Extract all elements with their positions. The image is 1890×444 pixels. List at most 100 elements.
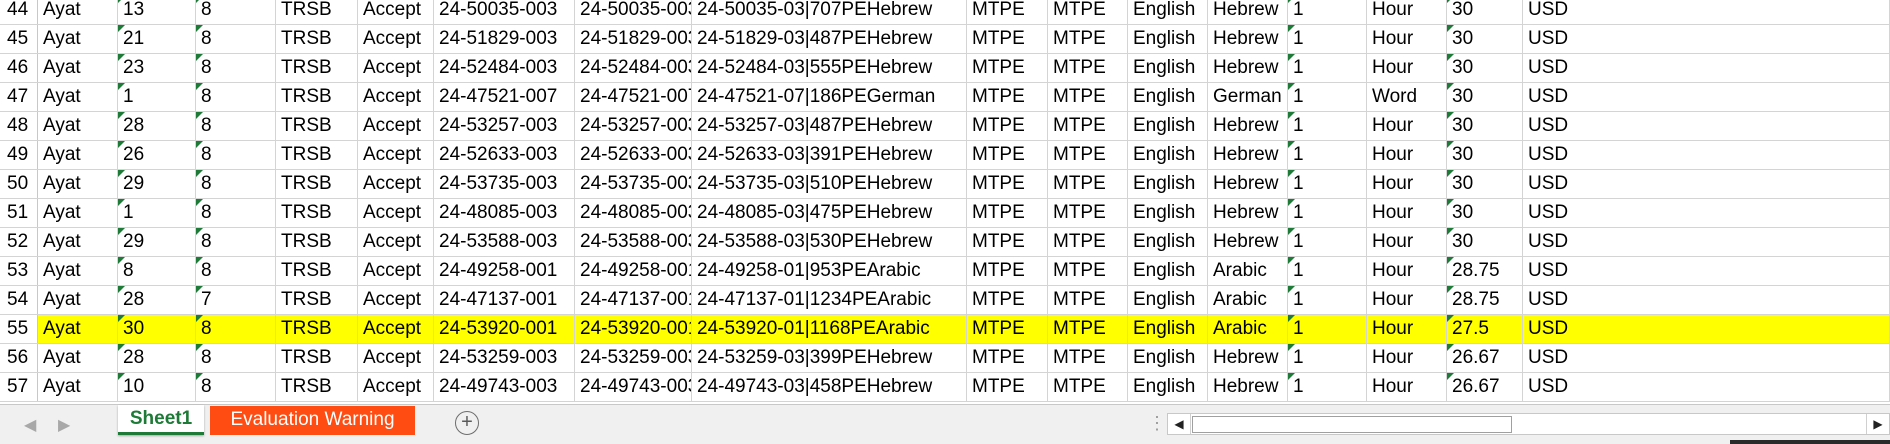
table-cell[interactable]: Accept <box>358 112 434 140</box>
table-cell[interactable]: Hebrew <box>1208 112 1288 140</box>
table-cell[interactable]: 1 <box>1288 286 1367 314</box>
table-cell[interactable]: MTPE <box>1048 54 1128 82</box>
table-cell[interactable]: 8 <box>196 54 276 82</box>
error-indicator-icon[interactable] <box>1447 25 1454 32</box>
row-header[interactable]: 57 <box>0 373 38 401</box>
row-header[interactable]: 56 <box>0 344 38 372</box>
table-cell[interactable]: 24-53257-03|487PEHebrew <box>692 112 967 140</box>
table-cell[interactable]: English <box>1128 83 1208 111</box>
scrollbar-thumb[interactable] <box>1192 416 1512 433</box>
table-cell[interactable]: MTPE <box>1048 112 1128 140</box>
table-cell[interactable]: Ayat <box>38 141 118 169</box>
table-cell[interactable]: 30 <box>1447 25 1523 53</box>
prev-sheet-arrow-icon[interactable]: ◀ <box>24 415 36 435</box>
error-indicator-icon[interactable] <box>196 54 203 61</box>
table-cell[interactable]: 24-48085-003 <box>575 199 692 227</box>
table-cell[interactable]: 30 <box>1447 83 1523 111</box>
table-cell[interactable]: 1 <box>1288 54 1367 82</box>
table-cell[interactable]: TRSB <box>276 54 358 82</box>
row-header[interactable]: 45 <box>0 25 38 53</box>
table-cell[interactable]: Hebrew <box>1208 170 1288 198</box>
table-cell[interactable]: USD <box>1523 25 1890 53</box>
table-cell[interactable]: 13 <box>118 0 196 24</box>
error-indicator-icon[interactable] <box>1288 0 1295 3</box>
error-indicator-icon[interactable] <box>1288 228 1295 235</box>
table-cell[interactable]: TRSB <box>276 0 358 24</box>
error-indicator-icon[interactable] <box>1288 257 1295 264</box>
table-cell[interactable]: 1 <box>118 83 196 111</box>
table-cell[interactable]: 8 <box>196 228 276 256</box>
table-cell[interactable]: German <box>1208 83 1288 111</box>
error-indicator-icon[interactable] <box>1288 315 1295 322</box>
table-cell[interactable]: Hebrew <box>1208 54 1288 82</box>
row-header[interactable]: 51 <box>0 199 38 227</box>
table-cell[interactable]: Accept <box>358 141 434 169</box>
row-header[interactable]: 52 <box>0 228 38 256</box>
table-cell[interactable]: English <box>1128 0 1208 24</box>
table-cell[interactable]: English <box>1128 141 1208 169</box>
table-cell[interactable]: TRSB <box>276 257 358 285</box>
table-cell[interactable]: 24-52633-003 <box>434 141 575 169</box>
table-cell[interactable]: Hebrew <box>1208 344 1288 372</box>
table-cell[interactable]: Hour <box>1367 286 1447 314</box>
table-cell[interactable]: 8 <box>196 373 276 401</box>
table-cell[interactable]: Hour <box>1367 54 1447 82</box>
table-cell[interactable]: Accept <box>358 373 434 401</box>
table-cell[interactable]: 24-50035-003 <box>434 0 575 24</box>
table-cell[interactable]: 24-49258-001 <box>575 257 692 285</box>
error-indicator-icon[interactable] <box>1447 83 1454 90</box>
error-indicator-icon[interactable] <box>196 315 203 322</box>
table-cell[interactable]: 1 <box>1288 83 1367 111</box>
table-cell[interactable]: Ayat <box>38 25 118 53</box>
table-cell[interactable]: English <box>1128 344 1208 372</box>
table-cell[interactable]: TRSB <box>276 170 358 198</box>
table-cell[interactable]: Ayat <box>38 54 118 82</box>
table-cell[interactable]: TRSB <box>276 286 358 314</box>
table-cell[interactable]: MTPE <box>1048 286 1128 314</box>
row-header[interactable]: 47 <box>0 83 38 111</box>
table-cell[interactable]: MTPE <box>1048 170 1128 198</box>
table-cell[interactable]: 24-53588-003 <box>434 228 575 256</box>
table-cell[interactable]: TRSB <box>276 112 358 140</box>
table-cell[interactable]: USD <box>1523 373 1890 401</box>
table-cell[interactable]: MTPE <box>967 257 1048 285</box>
table-cell[interactable]: 24-52633-003 <box>575 141 692 169</box>
table-cell[interactable]: 24-52484-003 <box>575 54 692 82</box>
row-header[interactable]: 54 <box>0 286 38 314</box>
error-indicator-icon[interactable] <box>1447 54 1454 61</box>
next-sheet-arrow-icon[interactable]: ▶ <box>58 415 70 435</box>
table-cell[interactable]: Hebrew <box>1208 199 1288 227</box>
error-indicator-icon[interactable] <box>196 286 203 293</box>
table-cell[interactable]: MTPE <box>967 170 1048 198</box>
error-indicator-icon[interactable] <box>1447 228 1454 235</box>
table-cell[interactable]: Hour <box>1367 373 1447 401</box>
table-cell[interactable]: Hour <box>1367 141 1447 169</box>
error-indicator-icon[interactable] <box>1288 54 1295 61</box>
table-cell[interactable]: 24-53920-01|1168PEArabic <box>692 315 967 343</box>
error-indicator-icon[interactable] <box>118 257 125 264</box>
triangle-right-icon[interactable]: ▶ <box>1866 414 1889 434</box>
table-cell[interactable]: Ayat <box>38 112 118 140</box>
table-cell[interactable]: Ayat <box>38 344 118 372</box>
table-cell[interactable]: 24-49258-001 <box>434 257 575 285</box>
error-indicator-icon[interactable] <box>196 344 203 351</box>
table-cell[interactable]: TRSB <box>276 373 358 401</box>
table-cell[interactable]: 24-52484-003 <box>434 54 575 82</box>
table-cell[interactable]: Arabic <box>1208 257 1288 285</box>
table-cell[interactable]: MTPE <box>1048 257 1128 285</box>
table-cell[interactable]: Ayat <box>38 199 118 227</box>
error-indicator-icon[interactable] <box>118 344 125 351</box>
table-cell[interactable]: 24-53257-003 <box>575 112 692 140</box>
table-cell[interactable]: USD <box>1523 141 1890 169</box>
table-cell[interactable]: 21 <box>118 25 196 53</box>
table-cell[interactable]: Ayat <box>38 170 118 198</box>
table-cell[interactable]: 24-47137-001 <box>434 286 575 314</box>
table-cell[interactable]: MTPE <box>967 83 1048 111</box>
error-indicator-icon[interactable] <box>196 228 203 235</box>
table-cell[interactable]: MTPE <box>967 199 1048 227</box>
error-indicator-icon[interactable] <box>118 141 125 148</box>
table-cell[interactable]: USD <box>1523 228 1890 256</box>
table-cell[interactable]: 24-47521-007 <box>434 83 575 111</box>
table-cell[interactable]: Accept <box>358 286 434 314</box>
table-cell[interactable]: USD <box>1523 315 1890 343</box>
